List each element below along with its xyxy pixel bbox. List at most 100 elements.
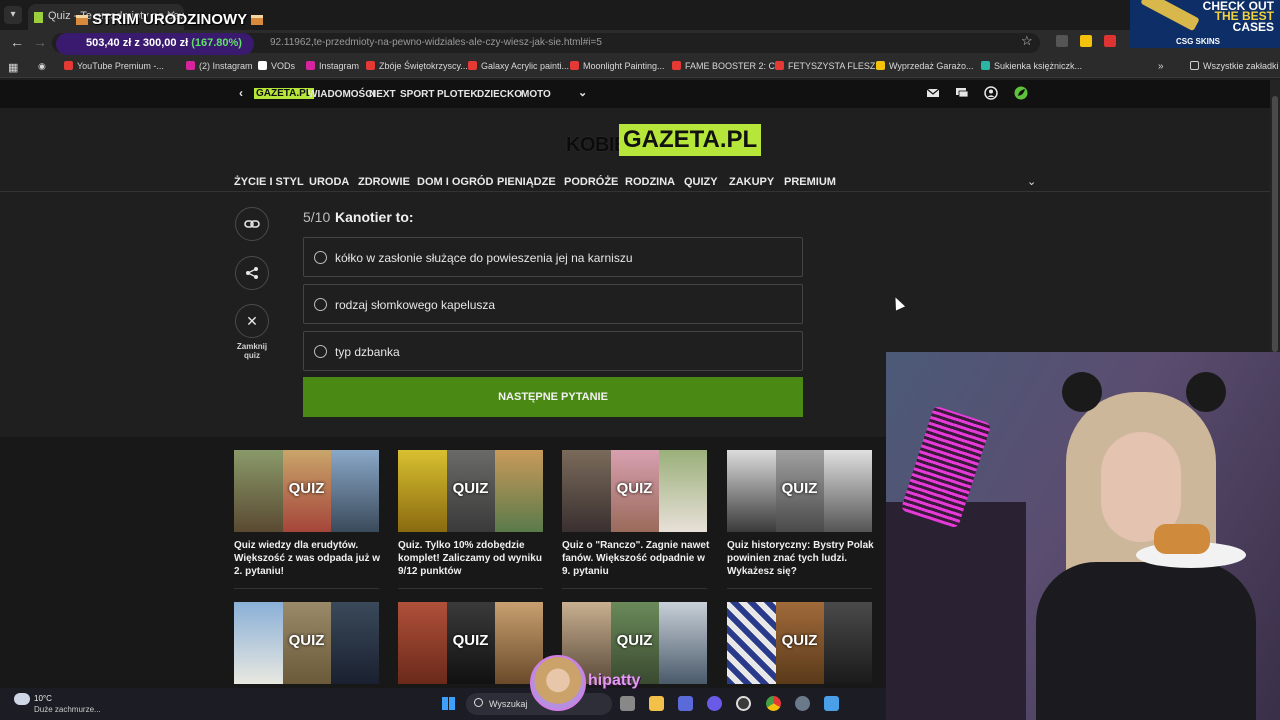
- quiz-card-image[interactable]: QUIZ: [234, 602, 379, 684]
- comments-icon[interactable]: [955, 86, 969, 100]
- top-nav-item[interactable]: SPORT: [400, 89, 434, 100]
- bookmark-item[interactable]: FETYSZYSTA FLESZ...: [775, 61, 883, 71]
- quiz-card-image[interactable]: QUIZ: [398, 602, 543, 684]
- bookmark-favicon-icon: [672, 61, 681, 70]
- category-item[interactable]: ZDROWIE: [358, 176, 410, 188]
- bookmark-item[interactable]: Sukienka księżniczk...: [981, 61, 1082, 71]
- quiz-badge: QUIZ: [288, 632, 325, 649]
- weather-temperature[interactable]: 10°C: [34, 694, 52, 703]
- ad-line: CASES: [1232, 20, 1274, 34]
- settings-icon[interactable]: [795, 696, 810, 711]
- next-question-button[interactable]: NASTĘPNE PYTANIE: [303, 377, 803, 417]
- more-bookmarks-icon[interactable]: »: [1158, 61, 1164, 72]
- quiz-badge: QUIZ: [288, 480, 325, 497]
- cloud-icon[interactable]: [14, 693, 30, 705]
- answer-option[interactable]: rodzaj słomkowego kapelusza: [303, 284, 803, 324]
- category-item[interactable]: ZAKUPY: [729, 176, 774, 188]
- obs-icon[interactable]: [736, 696, 751, 711]
- folder-icon: [1190, 61, 1199, 70]
- chrome-icon[interactable]: ◉: [38, 61, 46, 72]
- share-button[interactable]: [235, 256, 269, 290]
- mail-icon[interactable]: [926, 86, 940, 100]
- answer-option[interactable]: kółko w zasłonie służące do powieszenia …: [303, 237, 803, 277]
- bookmark-label: VODs: [271, 61, 296, 71]
- radio-icon[interactable]: [314, 298, 327, 311]
- task-view-icon[interactable]: [620, 696, 635, 711]
- bookmark-star-icon[interactable]: ☆: [1021, 33, 1033, 49]
- back-icon[interactable]: ←: [10, 34, 24, 50]
- cake-icon: [76, 15, 88, 25]
- store-icon[interactable]: [678, 696, 693, 711]
- chevron-down-icon[interactable]: ⌄: [1027, 175, 1036, 188]
- tab-search-button[interactable]: ▾: [4, 6, 22, 24]
- donation-percent: (167.80%): [191, 37, 242, 49]
- category-item[interactable]: PODRÓŻE: [564, 176, 618, 188]
- top-nav-item[interactable]: NEXT: [369, 89, 396, 100]
- cake-icon: [251, 15, 264, 25]
- extension-icon[interactable]: [1080, 35, 1092, 47]
- category-item[interactable]: RODZINA: [625, 176, 675, 188]
- extension-icon[interactable]: [1056, 35, 1068, 47]
- close-quiz-button[interactable]: ✕: [235, 304, 269, 338]
- quiz-card-image[interactable]: QUIZ: [398, 450, 543, 532]
- taskbar-search-label: Wyszukaj: [489, 699, 528, 709]
- bookmark-item[interactable]: Zbóje Świętokrzyscy...: [366, 61, 468, 71]
- bookmark-label: Moonlight Painting...: [583, 61, 665, 71]
- bookmark-item[interactable]: YouTube Premium -...: [64, 61, 164, 71]
- category-item[interactable]: QUIZY: [684, 176, 718, 188]
- top-nav-item[interactable]: MOTO: [521, 89, 551, 100]
- extension-icon[interactable]: [1104, 35, 1116, 47]
- bookmark-label: Instagram: [319, 61, 360, 71]
- category-item[interactable]: DOM I OGRÓD: [417, 176, 493, 188]
- apps-icon[interactable]: ▦: [8, 61, 18, 74]
- chevron-down-icon[interactable]: ⌄: [578, 86, 587, 99]
- bookmark-label: Galaxy Acrylic painti...: [481, 61, 570, 71]
- weather-description[interactable]: Duże zachmurze...: [34, 705, 101, 714]
- quiz-card-image[interactable]: QUIZ: [234, 450, 379, 532]
- windows-start-icon[interactable]: [442, 697, 455, 710]
- radio-icon[interactable]: [314, 345, 327, 358]
- top-nav-item[interactable]: DZIECKO: [477, 89, 522, 100]
- divider: [562, 588, 707, 589]
- notepad-icon[interactable]: [824, 696, 839, 711]
- logo-gazeta[interactable]: GAZETA.PL: [619, 124, 762, 156]
- quiz-card-title[interactable]: Quiz. Tylko 10% zdobędzie komplet! Zalic…: [398, 539, 546, 578]
- top-nav-item[interactable]: PLOTEK: [437, 89, 478, 100]
- chrome-taskbar-icon[interactable]: [766, 696, 781, 711]
- bookmark-label: Wyprzedaż Garażo...: [889, 61, 974, 71]
- answer-option[interactable]: typ dzbanka: [303, 331, 803, 371]
- quiz-card-image[interactable]: QUIZ: [727, 450, 872, 532]
- bookmark-item[interactable]: Galaxy Acrylic painti...: [468, 61, 569, 71]
- bookmark-item[interactable]: Instagram: [306, 61, 359, 71]
- forward-icon[interactable]: →: [33, 34, 47, 50]
- quiz-card-title[interactable]: Quiz historyczny: Bystry Polak powinien …: [727, 539, 875, 578]
- category-item[interactable]: URODA: [309, 176, 349, 188]
- quiz-card-title[interactable]: Quiz wiedzy dla erudytów. Większość z wa…: [234, 539, 382, 578]
- category-item[interactable]: ŻYCIE I STYL: [234, 176, 304, 188]
- bookmark-item[interactable]: FAME BOOSTER 2: C...: [672, 61, 783, 71]
- divider: [234, 588, 379, 589]
- gazeta-home-link[interactable]: GAZETA.PL: [254, 88, 314, 99]
- file-explorer-icon[interactable]: [649, 696, 664, 711]
- app-icon[interactable]: [707, 696, 722, 711]
- copy-link-button[interactable]: [235, 207, 269, 241]
- category-item[interactable]: PREMIUM: [784, 176, 836, 188]
- all-bookmarks[interactable]: Wszystkie zakładki: [1190, 61, 1279, 71]
- quiz-card-image[interactable]: QUIZ: [562, 450, 707, 532]
- category-item[interactable]: PIENIĄDZE: [497, 176, 556, 188]
- radio-icon[interactable]: [314, 251, 327, 264]
- knife-icon: [1140, 0, 1200, 32]
- bookmark-item[interactable]: (2) Instagram: [186, 61, 253, 71]
- bookmark-item[interactable]: Wyprzedaż Garażo...: [876, 61, 973, 71]
- divider: [727, 588, 872, 589]
- bookmark-item[interactable]: Moonlight Painting...: [570, 61, 665, 71]
- quiz-card-image[interactable]: QUIZ: [727, 602, 872, 684]
- user-icon[interactable]: [984, 86, 998, 100]
- chevron-left-icon[interactable]: ‹: [239, 86, 243, 100]
- site-top-bar: [0, 80, 1270, 108]
- top-nav-item[interactable]: WIADOMOŚCI: [308, 89, 375, 100]
- bookmark-item[interactable]: VODs: [258, 61, 295, 71]
- quiz-card-title[interactable]: Quiz o "Ranczo". Zagnie nawet fanów. Wię…: [562, 539, 710, 578]
- leaf-icon[interactable]: [1014, 86, 1028, 100]
- scrollbar-thumb[interactable]: [1272, 96, 1278, 352]
